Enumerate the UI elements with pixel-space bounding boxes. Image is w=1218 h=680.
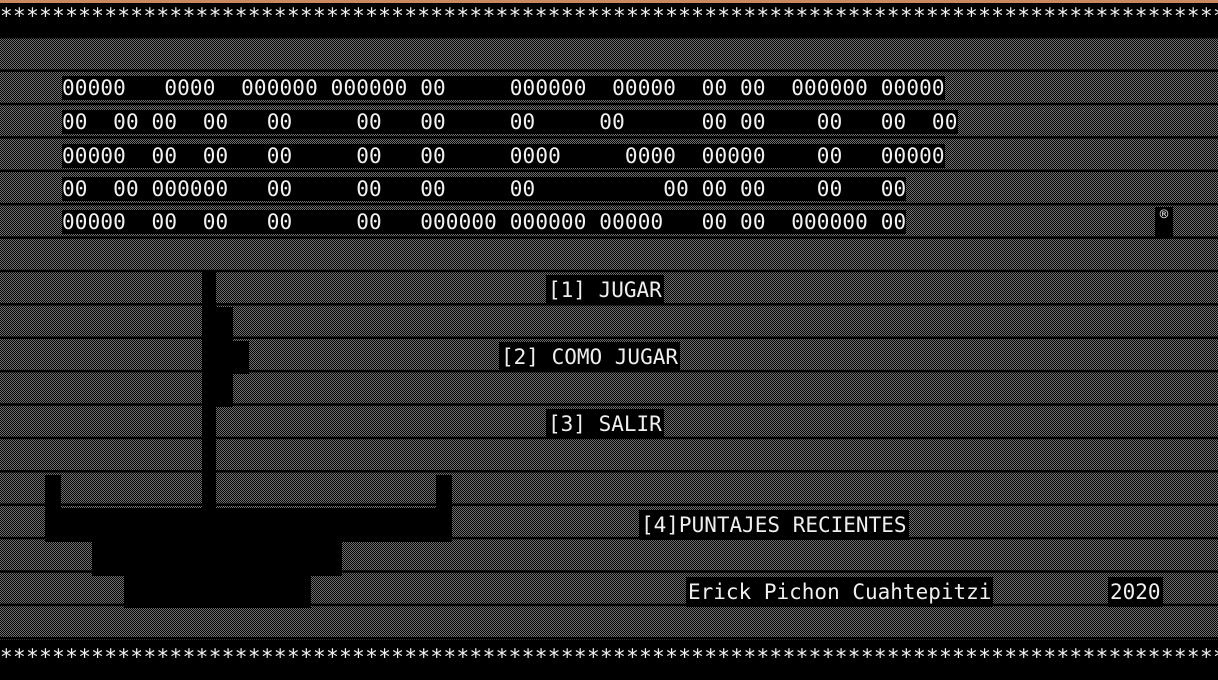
registered-mark: ®	[1155, 207, 1173, 237]
title-banner-row-2: 00 00 00 00 00 00 00 00 00 00 00 00 00 0…	[62, 110, 958, 134]
credits-year: 2020	[1108, 577, 1163, 607]
ship-hull-middle	[92, 541, 342, 576]
menu-option-exit[interactable]: [3] SALIR	[546, 409, 664, 439]
ship-flag-middle	[202, 341, 249, 374]
title-banner-row-4: 00 00 000000 00 00 00 00 00 00 00 00 00	[62, 177, 907, 201]
ship-flag-top	[202, 307, 233, 341]
bottom-star-border: ****************************************…	[0, 645, 1218, 669]
ship-stern-post	[436, 475, 452, 510]
title-banner-row-5: 00000 00 00 00 00 000000 000000 00000 00…	[62, 210, 907, 234]
ship-hull-bottom	[124, 575, 311, 608]
ship-deck	[45, 508, 452, 542]
menu-option-recent-scores[interactable]: [4]PUNTAJES RECIENTES	[639, 510, 909, 540]
credits-author: Erick Pichon Cuahtepitzi	[686, 577, 994, 607]
title-banner-row-3: 00000 00 00 00 00 00 0000 0000 00000 00 …	[62, 144, 945, 168]
menu-option-how-to-play[interactable]: [2] COMO JUGAR	[499, 342, 681, 372]
ship-flag-bottom	[202, 374, 233, 407]
ship-bow-post	[45, 475, 61, 510]
menu-option-play[interactable]: [1] JUGAR	[546, 275, 664, 305]
title-banner-row-1: 00000 0000 000000 000000 00 000000 00000…	[62, 76, 945, 100]
console-window: ****************************************…	[0, 0, 1218, 680]
top-star-border: ****************************************…	[0, 4, 1218, 28]
